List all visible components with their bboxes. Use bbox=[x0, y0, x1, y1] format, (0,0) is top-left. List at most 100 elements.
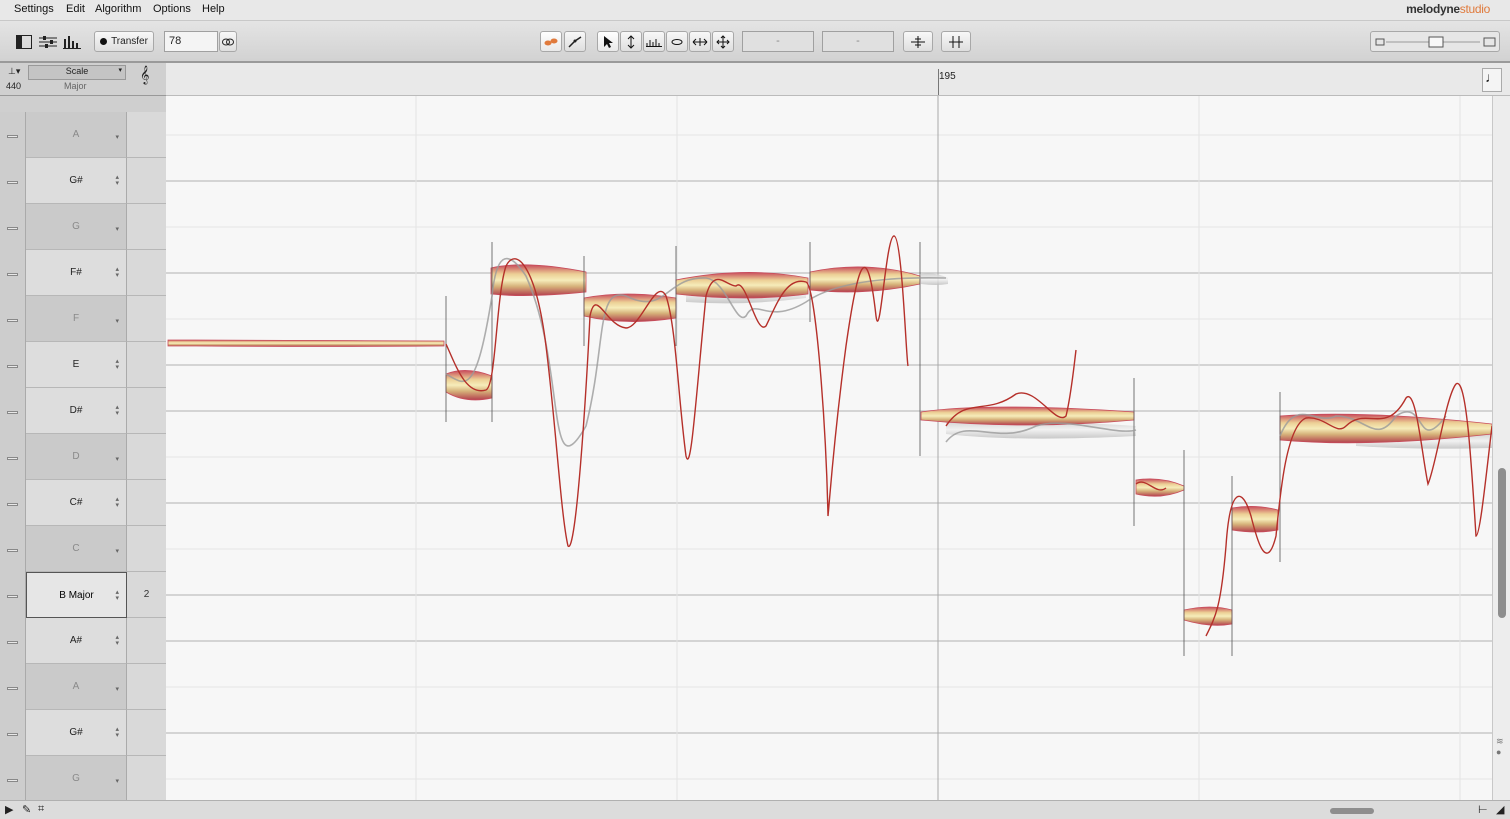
edit-tool-icon[interactable]: ✎ bbox=[22, 803, 31, 816]
horizontal-zoom-icon[interactable]: ⊢ bbox=[1478, 803, 1488, 816]
editor-canvas[interactable] bbox=[166, 96, 1492, 800]
key-row[interactable]: F# ▴ ▾ bbox=[0, 250, 166, 296]
key-label[interactable]: E ▴ ▾ bbox=[26, 342, 127, 388]
key-strip[interactable] bbox=[0, 112, 26, 158]
stepper-icon[interactable]: ▴ ▾ bbox=[115, 266, 119, 279]
scale-mode[interactable]: Major bbox=[64, 81, 87, 91]
stepper-icon[interactable]: ▴ ▾ bbox=[115, 634, 119, 647]
key-strip[interactable] bbox=[0, 296, 26, 342]
pointer-tool-icon[interactable] bbox=[597, 31, 619, 52]
key-label[interactable]: D ▾ bbox=[26, 434, 127, 480]
key-label[interactable]: C# ▴ ▾ bbox=[26, 480, 127, 526]
key-label[interactable]: B Major ▴ ▾ bbox=[26, 572, 127, 618]
play-marker-icon[interactable]: ▶ bbox=[5, 803, 13, 816]
key-row[interactable]: D ▾ bbox=[0, 434, 166, 480]
note-pitch-field[interactable]: - bbox=[742, 31, 814, 52]
key-label[interactable]: C ▾ bbox=[26, 526, 127, 572]
amplitude-tool-icon[interactable] bbox=[666, 31, 688, 52]
key-strip[interactable] bbox=[0, 756, 26, 800]
key-label[interactable]: G# ▴ ▾ bbox=[26, 158, 127, 204]
key-row[interactable]: C ▾ bbox=[0, 526, 166, 572]
key-label[interactable]: G ▾ bbox=[26, 204, 127, 250]
key-row[interactable]: F ▾ bbox=[0, 296, 166, 342]
key-row[interactable]: G# ▴ ▾ bbox=[0, 158, 166, 204]
key-row[interactable]: G# ▴ ▾ bbox=[0, 710, 166, 756]
blob-view-icon[interactable] bbox=[540, 31, 562, 52]
grid-icon[interactable]: ⌗ bbox=[38, 803, 44, 816]
key-label[interactable]: A ▾ bbox=[26, 664, 127, 710]
reference-pitch[interactable]: 440 bbox=[6, 81, 21, 91]
key-strip[interactable] bbox=[0, 158, 26, 204]
macro-tool-icon[interactable] bbox=[564, 31, 586, 52]
menu-options[interactable]: Options bbox=[153, 3, 191, 15]
note-blob[interactable] bbox=[675, 272, 809, 299]
key-row[interactable]: B Major ▴ ▾ 2 bbox=[0, 572, 166, 618]
chevron-down-icon[interactable]: ▾ bbox=[115, 313, 119, 325]
note-value-icon[interactable]: ♩ bbox=[1482, 68, 1502, 92]
key-row[interactable]: G ▾ bbox=[0, 204, 166, 250]
vertical-zoom-icon[interactable]: ≋ ● bbox=[1496, 736, 1504, 757]
chevron-down-icon[interactable]: ▾ bbox=[115, 543, 119, 555]
chevron-down-icon[interactable]: ▾ bbox=[115, 221, 119, 233]
key-label[interactable]: G# ▴ ▾ bbox=[26, 710, 127, 756]
key-row[interactable]: A ▾ bbox=[0, 112, 166, 158]
menu-help[interactable]: Help bbox=[202, 3, 225, 15]
key-row[interactable]: G ▾ bbox=[0, 756, 166, 800]
pitch-tool-icon[interactable] bbox=[620, 31, 642, 52]
note-editor[interactable] bbox=[166, 96, 1492, 800]
timing-tool-icon[interactable] bbox=[689, 31, 711, 52]
horizontal-scroll-thumb[interactable] bbox=[1330, 808, 1374, 814]
note-blob[interactable] bbox=[167, 339, 445, 347]
key-row[interactable]: C# ▴ ▾ bbox=[0, 480, 166, 526]
key-strip[interactable] bbox=[0, 710, 26, 756]
key-label[interactable]: F ▾ bbox=[26, 296, 127, 342]
stepper-icon[interactable]: ▴ ▾ bbox=[115, 358, 119, 371]
chevron-down-icon[interactable]: ▾ bbox=[115, 451, 119, 463]
chevron-down-icon[interactable]: ▾ bbox=[115, 129, 119, 141]
key-label[interactable]: A# ▴ ▾ bbox=[26, 618, 127, 664]
vertical-scroll-thumb[interactable] bbox=[1498, 468, 1506, 618]
key-strip[interactable] bbox=[0, 664, 26, 710]
menu-settings[interactable]: Settings bbox=[14, 3, 54, 15]
stepper-icon[interactable]: ▴ ▾ bbox=[115, 174, 119, 187]
stepper-icon[interactable]: ▴ ▾ bbox=[115, 589, 119, 602]
key-strip[interactable] bbox=[0, 618, 26, 664]
key-row[interactable]: A ▾ bbox=[0, 664, 166, 710]
chevron-down-icon[interactable]: ▾ bbox=[115, 773, 119, 785]
formant-tool-icon[interactable] bbox=[643, 31, 665, 52]
menu-edit[interactable]: Edit bbox=[66, 3, 85, 15]
key-strip[interactable] bbox=[0, 342, 26, 388]
menu-algorithm[interactable]: Algorithm bbox=[95, 3, 141, 15]
key-strip[interactable] bbox=[0, 388, 26, 434]
clef-icon[interactable]: 𝄞 bbox=[140, 67, 149, 85]
mixer-icon[interactable] bbox=[38, 31, 58, 52]
note-blob[interactable] bbox=[1231, 506, 1279, 533]
pitch-grid-icon[interactable]: ⊥▾ bbox=[8, 66, 20, 77]
key-strip[interactable] bbox=[0, 250, 26, 296]
key-label[interactable]: D# ▴ ▾ bbox=[26, 388, 127, 434]
key-row[interactable]: A# ▴ ▾ bbox=[0, 618, 166, 664]
zoom-slider[interactable] bbox=[1370, 31, 1500, 52]
sidebar-toggle-icon[interactable] bbox=[14, 31, 34, 52]
key-row[interactable]: E ▴ ▾ bbox=[0, 342, 166, 388]
note-blob[interactable] bbox=[1183, 606, 1233, 626]
key-strip[interactable] bbox=[0, 526, 26, 572]
timeline-ruler[interactable]: 195 ♩ bbox=[166, 63, 1510, 96]
resize-grip-icon[interactable]: ◢ bbox=[1496, 803, 1504, 816]
levels-icon[interactable] bbox=[62, 31, 82, 52]
stepper-icon[interactable]: ▴ ▾ bbox=[115, 726, 119, 739]
stepper-icon[interactable]: ▴ ▾ bbox=[115, 404, 119, 417]
key-row[interactable]: D# ▴ ▾ bbox=[0, 388, 166, 434]
key-label[interactable]: A ▾ bbox=[26, 112, 127, 158]
stepper-icon[interactable]: ▴ ▾ bbox=[115, 496, 119, 509]
note-deviation-field[interactable]: - bbox=[822, 31, 894, 52]
correct-pitch-icon[interactable] bbox=[903, 31, 933, 52]
tempo-link-icon[interactable] bbox=[219, 31, 237, 52]
scale-dropdown[interactable]: Scale ▾ bbox=[28, 65, 126, 80]
key-strip[interactable] bbox=[0, 572, 26, 618]
quantize-time-icon[interactable] bbox=[941, 31, 971, 52]
tempo-field[interactable]: 78 bbox=[164, 31, 218, 52]
note-blob[interactable] bbox=[809, 266, 921, 293]
note-blob[interactable] bbox=[1135, 478, 1185, 497]
key-strip[interactable] bbox=[0, 434, 26, 480]
